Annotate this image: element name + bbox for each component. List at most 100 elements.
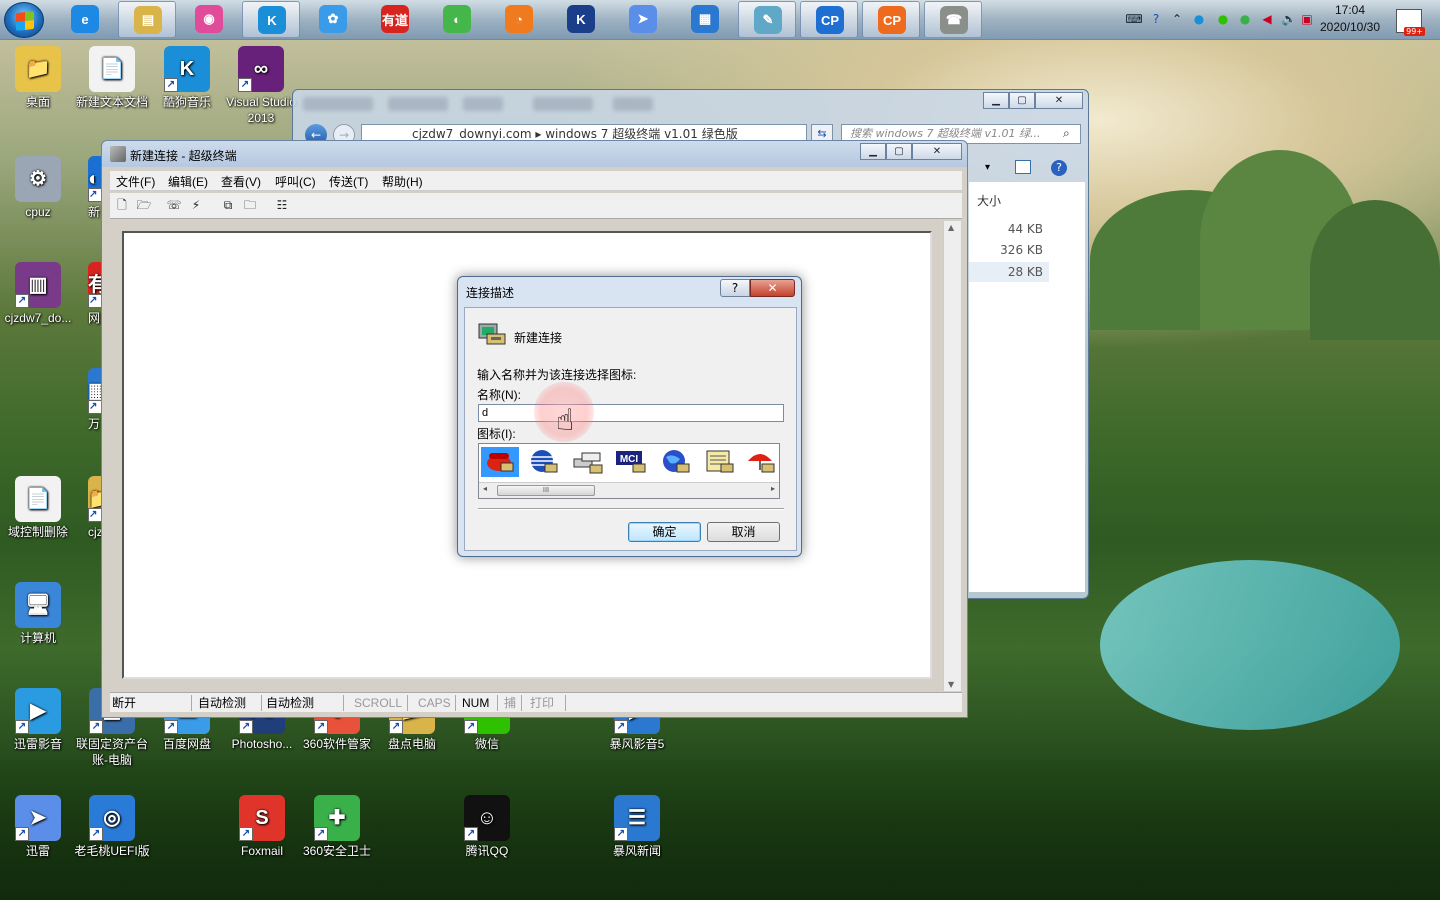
desktop-icon[interactable]: ☺ ↗ 腾讯QQ: [449, 795, 525, 859]
taskbar-cp-orange-button[interactable]: CP: [862, 1, 920, 38]
taskbar-storm-news-button[interactable]: ▦: [676, 1, 734, 38]
green-tray-icon[interactable]: ●: [1236, 10, 1254, 28]
menu-file[interactable]: 文件(F): [116, 173, 155, 190]
umbrella-icon[interactable]: [745, 447, 777, 477]
desktop-icon[interactable]: S ↗ Foxmail: [224, 795, 300, 859]
desktop-icon[interactable]: ⚙ cpuz: [0, 156, 76, 220]
hyper-maximize-button[interactable]: ▢: [886, 143, 912, 160]
disconnect-icon[interactable]: ⚡: [188, 197, 204, 213]
preview-pane-icon[interactable]: [1015, 160, 1031, 174]
desktop-icon[interactable]: 📁 桌面: [0, 46, 76, 110]
dialog-help-button[interactable]: ?: [720, 279, 750, 297]
kugou-tray-icon[interactable]: ●: [1190, 10, 1208, 28]
ie-icon: e: [71, 5, 99, 33]
icon-list[interactable]: MCI ◂ III ▸: [478, 443, 780, 499]
taskbar-xunlei-button[interactable]: ➤: [614, 1, 672, 38]
taskbar-green-app-button[interactable]: ◐: [428, 1, 486, 38]
taskbar-browser-360-button[interactable]: ◉: [180, 1, 238, 38]
hyper-close-button[interactable]: ✕: [912, 143, 962, 160]
taskbar-ie-button[interactable]: e: [56, 1, 114, 38]
scroll-right-icon[interactable]: ▸: [771, 484, 775, 493]
explorer-minimize-button[interactable]: ▁: [983, 92, 1009, 109]
dialog-close-button[interactable]: ✕: [750, 279, 795, 297]
menu-edit[interactable]: 编辑(E): [168, 173, 208, 190]
hyperterminal-title: 新建连接 - 超级终端: [130, 149, 237, 163]
taskbar-kugou-button[interactable]: K: [242, 1, 300, 38]
notification-icon[interactable]: 99+: [1396, 9, 1425, 36]
menu-call[interactable]: 呼叫(C): [275, 173, 316, 190]
hyper-minimize-button[interactable]: ▁: [860, 143, 886, 160]
speaker-muted-icon[interactable]: ◀: [1258, 10, 1276, 28]
desktop-icon[interactable]: ▶ ↗ 迅雷影音: [0, 688, 76, 752]
explorer-maximize-button[interactable]: ▢: [1009, 92, 1035, 109]
mci-text: MCI: [620, 454, 639, 465]
scroll-thumb[interactable]: III: [497, 485, 595, 496]
icon-list-scrollbar[interactable]: ◂ III ▸: [479, 482, 779, 498]
mci-icon[interactable]: MCI: [613, 447, 651, 477]
shortcut-arrow-icon: ↗: [15, 827, 29, 841]
send-icon[interactable]: ⧉: [220, 197, 236, 213]
cancel-button[interactable]: 取消: [707, 522, 780, 542]
desktop-icon-label: 酷狗音乐: [162, 95, 211, 109]
explorer-close-button[interactable]: ✕: [1035, 92, 1083, 109]
earth-icon[interactable]: [657, 447, 695, 477]
taskbar-kingsoft-button[interactable]: K: [552, 1, 610, 38]
volume-icon[interactable]: 🔈: [1280, 10, 1298, 28]
search-icon[interactable]: ⌕: [1063, 126, 1070, 141]
desktop-icon[interactable]: ▥ ↗ cjzdw7_do...: [0, 262, 76, 326]
ok-button[interactable]: 确定: [628, 522, 701, 542]
desktop-icon[interactable]: 📄 域控制删除: [0, 476, 76, 540]
dialog-header: 新建连接: [514, 331, 563, 345]
desktop-icon[interactable]: ✚ ↗ 360安全卫士: [299, 795, 375, 859]
desktop-icon-label: cpuz: [25, 205, 51, 219]
menu-view[interactable]: 查看(V): [221, 173, 261, 190]
blurred-tab: [388, 97, 448, 111]
scroll-up-icon[interactable]: ▲: [948, 223, 954, 232]
new-icon[interactable]: 🗋: [114, 197, 130, 213]
desktop-icon[interactable]: 🖥 计算机: [0, 582, 76, 646]
start-button[interactable]: [4, 2, 44, 38]
wechat-tray-icon[interactable]: ●: [1214, 10, 1232, 28]
shortcut-arrow-icon: ↗: [88, 508, 102, 522]
terminal-scrollbar[interactable]: ▲ ▼: [943, 221, 961, 691]
clock[interactable]: 17:04 2020/10/30: [1312, 2, 1388, 36]
phone-icon[interactable]: [481, 447, 519, 477]
taskbar-uc-button[interactable]: ◔: [490, 1, 548, 38]
desktop-icon[interactable]: ◎ ↗ 老毛桃UEFI版: [74, 795, 150, 859]
taskbar-hyperterminal-taskbar-button[interactable]: ☎: [924, 1, 982, 38]
globe-icon[interactable]: [525, 447, 563, 477]
open-icon[interactable]: 🗁: [136, 197, 152, 213]
taskbar-explorer-button[interactable]: ▤: [118, 1, 176, 38]
desktop-icon[interactable]: ∞ ↗ Visual Studio 2013: [223, 46, 299, 126]
taskbar-baidu-netdisk-button[interactable]: ✿: [304, 1, 362, 38]
connection-description-dialog[interactable]: 连接描述 ? ✕ 新建连接 输入名称并为该连接选择图标: 名称(N): 图标(I…: [457, 276, 802, 557]
name-input[interactable]: [478, 404, 784, 422]
desktop-app-icon: 🖥: [15, 582, 61, 628]
call-icon[interactable]: ☏: [166, 197, 182, 213]
scroll-down-icon[interactable]: ▼: [948, 680, 954, 689]
menu-transfer[interactable]: 传送(T): [329, 173, 368, 190]
receive-icon[interactable]: 🗀: [242, 197, 258, 213]
taskbar-cp-blue-button[interactable]: CP: [800, 1, 858, 38]
desktop-icon[interactable]: 📄 新建文本文档: [74, 46, 150, 110]
properties-icon[interactable]: ☷: [274, 197, 290, 213]
help-tray-icon[interactable]: ?: [1147, 10, 1165, 28]
keyboard-icon[interactable]: ⌨: [1125, 10, 1143, 28]
desktop-icon[interactable]: ➤ ↗ 迅雷: [0, 795, 76, 859]
dialog-panel: 新建连接 输入名称并为该连接选择图标: 名称(N): 图标(I): MCI: [464, 307, 797, 551]
status-detect-2: 自动检测: [264, 695, 344, 711]
scroll-left-icon[interactable]: ◂: [483, 484, 487, 493]
column-size-header[interactable]: 大小: [977, 192, 1001, 209]
desktop-icon[interactable]: K ↗ 酷狗音乐: [149, 46, 225, 110]
menu-help[interactable]: 帮助(H): [382, 173, 423, 190]
modem-icon[interactable]: [569, 447, 607, 477]
chevron-up-icon[interactable]: ⌃: [1168, 10, 1186, 28]
document-icon[interactable]: [701, 447, 739, 477]
view-menu-icon[interactable]: ▾: [985, 162, 990, 173]
help-icon[interactable]: ?: [1051, 160, 1067, 176]
desktop-icon[interactable]: ☰ ↗ 暴风新闻: [599, 795, 675, 859]
hyperterminal-titlebar[interactable]: 新建连接 - 超级终端 ▁ ▢ ✕: [102, 141, 967, 167]
taskbar-notepad-button[interactable]: ✎: [738, 1, 796, 38]
taskbar-youdao-button[interactable]: 有道: [366, 1, 424, 38]
desktop-icon-label: cjzdw7_do...: [4, 311, 72, 325]
